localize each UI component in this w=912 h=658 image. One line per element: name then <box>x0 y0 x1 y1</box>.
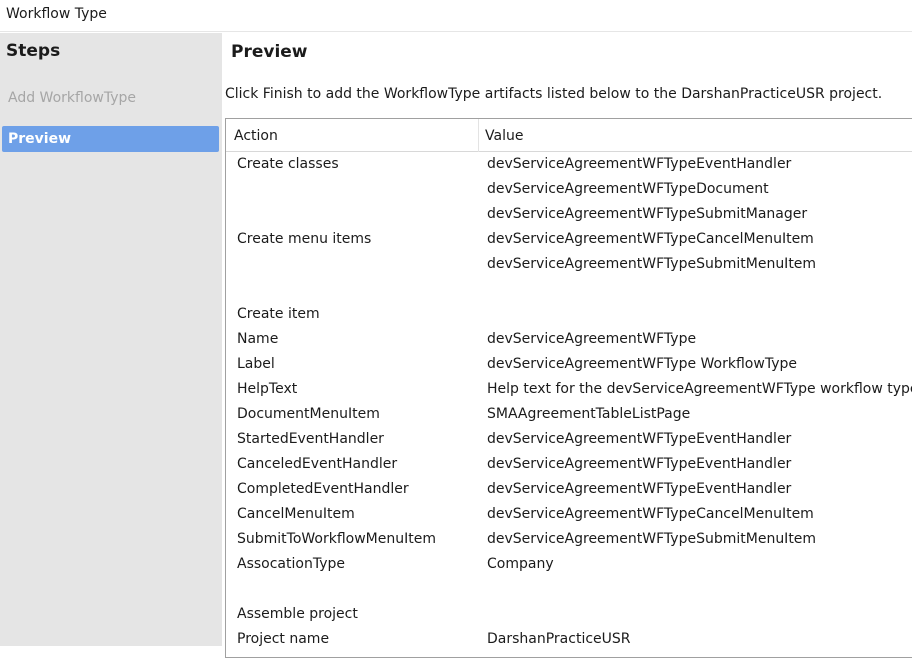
cell-action: Label <box>237 356 275 372</box>
table-row[interactable]: AssocationType Company <box>226 552 912 577</box>
table-row[interactable]: Create menu items devServiceAgreementWFTy… <box>226 227 912 252</box>
table-row[interactable]: DocumentMenuItem SMAAgreementTableListPag… <box>226 402 912 427</box>
cell-action: AssocationType <box>237 556 345 572</box>
cell-action: DocumentMenuItem <box>237 406 380 422</box>
table-row[interactable]: HelpText Help text for the devServiceAgre… <box>226 377 912 402</box>
table-row[interactable]: CompletedEventHandler devServiceAgreement… <box>226 477 912 502</box>
table-row[interactable]: devServiceAgreementWFTypeSubmitMenuItem <box>226 252 912 277</box>
main-panel: Preview Click Finish to add the Workflow… <box>222 33 912 658</box>
column-header-value[interactable]: Value <box>479 119 912 152</box>
preview-grid[interactable]: Action Value Create classes devServiceAgr… <box>225 118 912 658</box>
cell-value: devServiceAgreementWFTypeEventHandler <box>487 156 792 172</box>
page-title: Preview <box>231 42 308 62</box>
cell-value: devServiceAgreementWFTypeSubmitManager <box>487 206 808 222</box>
steps-title: Steps <box>6 41 61 61</box>
table-row[interactable]: devServiceAgreementWFTypeDocument <box>226 177 912 202</box>
cell-value: devServiceAgreementWFType WorkflowType <box>487 356 797 372</box>
table-row[interactable]: CanceledEventHandler devServiceAgreementW… <box>226 452 912 477</box>
table-row[interactable]: Create classes devServiceAgreementWFTypeE… <box>226 152 912 177</box>
table-row[interactable]: SubmitToWorkflowMenuItem devServiceAgreem… <box>226 527 912 552</box>
cell-action: CancelMenuItem <box>237 506 355 522</box>
step-preview[interactable]: Preview <box>2 126 219 152</box>
cell-value: Help text for the devServiceAgreementWFT… <box>487 381 912 397</box>
cell-action: StartedEventHandler <box>237 431 384 447</box>
table-row[interactable]: Label devServiceAgreementWFType WorkflowT… <box>226 352 912 377</box>
cell-value: devServiceAgreementWFTypeSubmitMenuItem <box>487 256 817 272</box>
cell-action: SubmitToWorkflowMenuItem <box>237 531 436 547</box>
cell-value: devServiceAgreementWFTypeDocument <box>487 181 769 197</box>
window-title: Workflow Type <box>0 0 912 32</box>
cell-action: Create classes <box>237 156 339 172</box>
instructions-text: Click Finish to add the WorkflowType art… <box>225 86 883 102</box>
cell-action: CompletedEventHandler <box>237 481 409 497</box>
cell-value: devServiceAgreementWFTypeEventHandler <box>487 481 792 497</box>
step-add-workflowtype: Add WorkflowType <box>8 90 136 106</box>
cell-value: devServiceAgreementWFTypeCancelMenuItem <box>487 231 814 247</box>
cell-action: Assemble project <box>237 606 358 622</box>
cell-action: HelpText <box>237 381 298 397</box>
cell-value: devServiceAgreementWFTypeCancelMenuItem <box>487 506 814 522</box>
table-row[interactable]: Create item <box>226 302 912 327</box>
cell-value: devServiceAgreementWFTypeEventHandler <box>487 456 792 472</box>
table-row[interactable] <box>226 277 912 302</box>
cell-action: CanceledEventHandler <box>237 456 398 472</box>
table-row[interactable]: Assemble project <box>226 602 912 627</box>
cell-value: devServiceAgreementWFType <box>487 331 697 347</box>
table-row[interactable]: devServiceAgreementWFTypeSubmitManager <box>226 202 912 227</box>
cell-value: Company <box>487 556 554 572</box>
cell-value: DarshanPracticeUSR <box>487 631 631 647</box>
grid-rows: Create classes devServiceAgreementWFTypeE… <box>226 152 912 652</box>
table-row[interactable]: Project name DarshanPracticeUSR <box>226 627 912 652</box>
cell-action: Create item <box>237 306 320 322</box>
cell-action: Project name <box>237 631 330 647</box>
cell-value: devServiceAgreementWFTypeSubmitMenuItem <box>487 531 817 547</box>
cell-value: SMAAgreementTableListPage <box>487 406 691 422</box>
grid-header: Action Value <box>226 119 912 152</box>
steps-pane: Steps Add WorkflowType Preview <box>0 33 222 646</box>
column-header-action[interactable]: Action <box>226 119 479 152</box>
table-row[interactable]: CancelMenuItem devServiceAgreementWFTypeC… <box>226 502 912 527</box>
table-row[interactable]: Name devServiceAgreementWFType <box>226 327 912 352</box>
cell-action: Name <box>237 331 279 347</box>
cell-value: devServiceAgreementWFTypeEventHandler <box>487 431 792 447</box>
table-row[interactable] <box>226 577 912 602</box>
table-row[interactable]: StartedEventHandler devServiceAgreementWF… <box>226 427 912 452</box>
cell-action: Create menu items <box>237 231 372 247</box>
